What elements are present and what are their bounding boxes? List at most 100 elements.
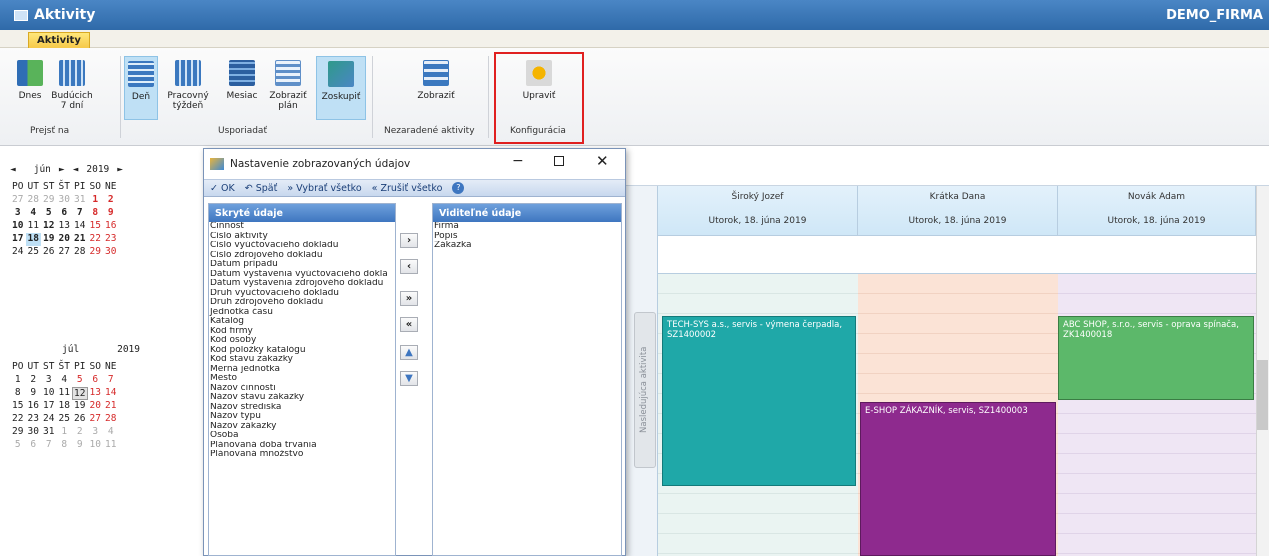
all-day-band[interactable] xyxy=(658,236,1256,274)
workweek-icon xyxy=(175,60,201,86)
list-item[interactable]: Kód stavu zákazky xyxy=(209,355,395,365)
list-item[interactable]: Druh zdrojového dokladu xyxy=(209,298,395,308)
list-item[interactable]: Názov typu xyxy=(209,412,395,422)
list-item[interactable]: Názov činnosti xyxy=(209,384,395,394)
next-year-icon[interactable]: ► xyxy=(117,164,123,175)
list-item[interactable]: Číslo vyúčtovacieho dokladu xyxy=(209,241,395,251)
event-tech-sys[interactable]: TECH-SYS a.s., servis - výmena čerpadla,… xyxy=(662,316,856,486)
settings-dialog: Nastavenie zobrazovaných údajov − ✕ ✓ OK… xyxy=(203,148,626,556)
hidden-items: Činnosť Číslo aktivity Číslo vyúčtovacieho… xyxy=(209,222,395,460)
list-item[interactable]: Názov zákazky xyxy=(209,422,395,432)
list-item[interactable]: Plánovaná množstvo xyxy=(209,450,395,460)
double-left-icon: « xyxy=(371,182,378,194)
event-abc-shop[interactable]: ABC SHOP, s.r.o., servis - oprava spínač… xyxy=(1058,316,1254,400)
group-label-usporiadat: Usporiadať xyxy=(218,126,267,136)
week-icon xyxy=(59,60,85,86)
group-button[interactable]: Zoskupiť xyxy=(316,56,366,120)
group-label-konfiguracia: Konfigurácia xyxy=(510,126,566,136)
next7days-button[interactable]: Budúcich 7 dní xyxy=(50,60,94,111)
list-item[interactable]: Zákazka xyxy=(433,241,621,251)
close-icon[interactable]: ✕ xyxy=(596,152,609,170)
column-header-1[interactable]: Široký Jozef Utorok, 18. júna 2019 xyxy=(658,186,858,236)
separator xyxy=(120,56,121,138)
column-header-3[interactable]: Novák Adam Utorok, 18. júna 2019 xyxy=(1058,186,1256,236)
list-item[interactable]: Kód osoby xyxy=(209,336,395,346)
next-activity-tab[interactable]: Nasledujúca aktivita xyxy=(634,312,656,468)
visible-list-header: Viditeľné údaje xyxy=(433,204,621,222)
list-item[interactable]: Popis xyxy=(433,232,621,242)
group-icon xyxy=(328,61,354,87)
list-item[interactable]: Plánovaná doba trvania xyxy=(209,441,395,451)
list-item[interactable]: Názov stavu zákazky xyxy=(209,393,395,403)
plan-icon xyxy=(275,60,301,86)
group-label-nezaradene: Nezaradené aktivity xyxy=(384,126,475,136)
prev-year-icon[interactable]: ◄ xyxy=(73,164,79,175)
column-header-2[interactable]: Krátka Dana Utorok, 18. júna 2019 xyxy=(858,186,1058,236)
schedule-top xyxy=(626,148,1269,186)
show-plan-button[interactable]: Zobraziť plán xyxy=(266,60,310,111)
separator xyxy=(488,56,489,138)
window-titlebar: Aktivity DEMO_FIRMA xyxy=(0,0,1269,30)
dialog-titlebar: Nastavenie zobrazovaných údajov − ✕ xyxy=(204,149,625,179)
list-item[interactable]: Mesto xyxy=(209,374,395,384)
ok-button[interactable]: ✓ OK xyxy=(210,183,235,194)
list-item[interactable]: Činnosť xyxy=(209,222,395,232)
visible-list[interactable]: Viditeľné údaje Firma Popis Zákazka xyxy=(432,203,622,556)
today-icon xyxy=(17,60,43,86)
scrollbar-thumb[interactable] xyxy=(1257,360,1268,430)
day-icon xyxy=(128,61,154,87)
tab-aktivity[interactable]: Aktivity xyxy=(28,32,90,49)
calendar-june: ◄ jún ► ◄ 2019 ► PO UT ST ŠT PI SO NE 27 28 29 30… xyxy=(10,164,190,259)
app-icon xyxy=(14,9,28,21)
next-month-icon[interactable]: ► xyxy=(59,164,65,175)
hidden-list[interactable]: Skryté údaje Činnosť Číslo aktivity Číslo … xyxy=(208,203,396,556)
cancel-all-button[interactable]: « Zrušiť všetko xyxy=(372,183,443,194)
list-item[interactable]: Dátum vystavenia zdrojového dokladu xyxy=(209,279,395,289)
today-button[interactable]: Dnes xyxy=(14,60,46,101)
list-item[interactable]: Kód firmy xyxy=(209,327,395,337)
move-up-button[interactable]: ▲ xyxy=(400,345,418,360)
list-item[interactable]: Osoba xyxy=(209,431,395,441)
workweek-button[interactable]: Pracovný týždeň xyxy=(164,60,212,111)
day-view-button[interactable]: Deň xyxy=(124,56,158,120)
move-right-button[interactable]: › xyxy=(400,233,418,248)
move-all-left-button[interactable]: « xyxy=(400,317,418,332)
list-item[interactable]: Číslo aktivity xyxy=(209,232,395,242)
help-icon[interactable]: ? xyxy=(452,182,465,194)
dialog-title: Nastavenie zobrazovaných údajov xyxy=(230,158,411,170)
move-down-button[interactable]: ▼ xyxy=(400,371,418,386)
company-name: DEMO_FIRMA xyxy=(1166,8,1263,23)
maximize-icon[interactable] xyxy=(554,156,564,166)
dialog-toolbar: ✓ OK ↶ Späť » Vybrať všetko « Zrušiť vše… xyxy=(204,179,625,197)
dialog-app-icon xyxy=(210,158,224,170)
double-right-icon: » xyxy=(287,182,294,194)
prev-month-icon[interactable]: ◄ xyxy=(10,164,16,175)
minimize-icon[interactable]: − xyxy=(512,153,524,169)
list-item[interactable]: Názov strediska xyxy=(209,403,395,413)
list-item[interactable]: Katalóg xyxy=(209,317,395,327)
weekday-header: PO UT ST ŠT PI SO NE xyxy=(12,181,117,192)
show-unassigned-button[interactable]: Zobraziť xyxy=(412,60,460,101)
list-item[interactable]: Číslo zdrojového dokladu xyxy=(209,251,395,261)
move-all-right-button[interactable]: » xyxy=(400,291,418,306)
hidden-list-header: Skryté údaje xyxy=(209,204,395,222)
list-item[interactable]: Kód položky katalógu xyxy=(209,346,395,356)
event-e-shop[interactable]: E-SHOP ZÁKAZNÍK, servis, SZ1400003 xyxy=(860,402,1056,556)
check-icon: ✓ xyxy=(210,182,218,194)
list-item[interactable]: Druh vyúčtovacieho dokladu xyxy=(209,289,395,299)
list-item[interactable]: Firma xyxy=(433,222,621,232)
list-item[interactable]: Dátum vystavenia vyúčtovacieho dokla xyxy=(209,270,395,280)
list-item[interactable]: Dátum prípadu xyxy=(209,260,395,270)
list-item[interactable]: Jednotka času xyxy=(209,308,395,318)
calendar-july: júl 2019 PO UT ST ŠT PI SO NE 1234567 8 9 10 11 12… xyxy=(12,344,140,450)
back-button[interactable]: ↶ Späť xyxy=(245,183,278,194)
select-all-button[interactable]: » Vybrať všetko xyxy=(287,183,361,194)
separator xyxy=(372,56,373,138)
window-title: Aktivity xyxy=(14,7,95,23)
ribbon-tabbar xyxy=(0,30,1269,48)
move-left-button[interactable]: ‹ xyxy=(400,259,418,274)
month-button[interactable]: Mesiac xyxy=(222,60,262,101)
undo-icon: ↶ xyxy=(244,182,253,194)
list-item[interactable]: Merná jednotka xyxy=(209,365,395,375)
list-icon xyxy=(423,60,449,86)
